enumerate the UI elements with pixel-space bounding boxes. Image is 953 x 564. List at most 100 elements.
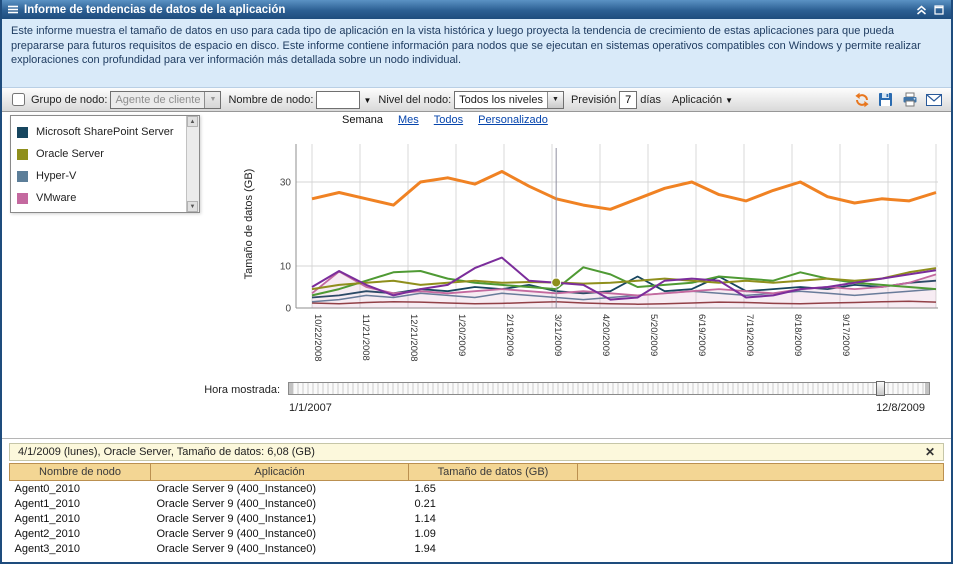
column-header[interactable]	[578, 464, 944, 481]
table-cell: Oracle Server 9 (400_Instance0)	[151, 496, 409, 511]
forecast-unit-label: días	[640, 94, 661, 106]
time-slider-handle[interactable]	[876, 381, 885, 396]
legend-label: Oracle Server	[36, 148, 104, 160]
legend-swatch	[17, 193, 28, 204]
chart-area: Microsoft SharePoint Server Oracle Server…	[2, 112, 951, 438]
node-level-label: Nivel del nodo:	[378, 94, 451, 106]
time-range-link[interactable]: Mes	[398, 114, 419, 126]
x-tick-label: 8/18/2009	[792, 314, 803, 356]
time-slider-track[interactable]	[288, 382, 930, 395]
title-bar: Informe de tendencias de datos de la apl…	[2, 0, 951, 19]
node-level-select[interactable]: Todos los niveles	[454, 91, 564, 109]
filter-toolbar: Grupo de nodo: Agente de cliente Nombre …	[2, 88, 951, 112]
node-name-label: Nombre de nodo:	[228, 94, 313, 106]
scroll-down-icon[interactable]	[187, 201, 198, 212]
x-tick-label: 4/20/2009	[600, 314, 611, 356]
table-cell: Agent1_2010	[10, 511, 151, 526]
legend-item-list: Microsoft SharePoint Server Oracle Server…	[17, 121, 183, 209]
application-dropdown[interactable]: Aplicación	[672, 94, 733, 106]
node-level-value: Todos los niveles	[455, 92, 547, 108]
y-axis-title: Tamaño de datos (GB)	[243, 139, 255, 309]
node-group-select[interactable]: Agente de cliente	[110, 91, 221, 109]
node-data-table: Nombre de nodoAplicaciónTamaño de datos …	[9, 463, 944, 556]
x-tick-label: 1/20/2009	[456, 314, 467, 356]
time-range-link[interactable]: Semana	[342, 114, 383, 126]
node-group-label: Grupo de nodo:	[31, 94, 107, 106]
restore-window-icon[interactable]	[932, 3, 946, 17]
scroll-up-icon[interactable]	[187, 116, 198, 127]
legend-label: Microsoft SharePoint Server	[36, 126, 174, 138]
table-cell	[578, 511, 944, 526]
table-cell: 1.94	[409, 541, 578, 556]
trend-line-chart[interactable]: 30 10 0 10/22/2008 11/21/2008 12/21/2008 1/20/…	[272, 138, 942, 374]
legend-scrollbar[interactable]	[186, 116, 199, 212]
y-tick-label: 10	[280, 262, 292, 273]
x-tick-label: 2/19/2009	[504, 314, 515, 356]
x-tick-label: 7/19/2009	[744, 314, 755, 356]
legend-swatch	[17, 127, 28, 138]
legend-label: Hyper-V	[36, 170, 76, 182]
chart-legend: Microsoft SharePoint Server Oracle Server…	[10, 115, 200, 213]
column-header[interactable]: Aplicación	[151, 464, 409, 481]
table-cell: Oracle Server 9 (400_Instance0)	[151, 541, 409, 556]
table-cell: Oracle Server 9 (400_Instance1)	[151, 511, 409, 526]
print-icon[interactable]	[901, 91, 918, 108]
series-area-VMware	[312, 272, 936, 309]
table-cell: Oracle Server 9 (400_Instance0)	[151, 481, 409, 497]
node-group-checkbox[interactable]	[12, 93, 25, 106]
x-tick-label: 10/22/2008	[312, 314, 323, 362]
table-cell: Oracle Server 9 (400_Instance0)	[151, 526, 409, 541]
menu-icon[interactable]	[7, 4, 19, 15]
x-tick-label: 12/21/2008	[408, 314, 419, 362]
email-icon[interactable]	[925, 91, 942, 108]
application-dropdown-label: Aplicación	[672, 94, 722, 106]
table-row[interactable]: Agent1_2010Oracle Server 9 (400_Instance…	[10, 511, 944, 526]
legend-item[interactable]: VMware	[17, 187, 183, 209]
x-tick-label: 6/19/2009	[696, 314, 707, 356]
forecast-label: Previsión	[571, 94, 616, 106]
table-row[interactable]: Agent1_2010Oracle Server 9 (400_Instance…	[10, 496, 944, 511]
slider-start-date: 1/1/2007	[289, 402, 332, 414]
x-tick-label: 3/21/2009	[552, 314, 563, 356]
table-header-row: Nombre de nodoAplicaciónTamaño de datos …	[10, 464, 944, 481]
table-row[interactable]: Agent2_2010Oracle Server 9 (400_Instance…	[10, 526, 944, 541]
x-tick-label: 9/17/2009	[840, 314, 851, 356]
legend-item[interactable]: Hyper-V	[17, 165, 183, 187]
legend-swatch	[17, 149, 28, 160]
tooltip-summary-bar: 4/1/2009 (lunes), Oracle Server, Tamaño …	[9, 443, 944, 461]
report-description: Este informe muestra el tamaño de datos …	[2, 19, 951, 88]
slider-end-date: 12/8/2009	[876, 402, 925, 414]
report-window: Informe de tendencias de datos de la apl…	[0, 0, 953, 564]
y-tick-label: 0	[285, 304, 291, 315]
table-row[interactable]: Agent0_2010Oracle Server 9 (400_Instance…	[10, 481, 944, 497]
time-range-link[interactable]: Personalizado	[478, 114, 548, 126]
tooltip-summary-text: 4/1/2009 (lunes), Oracle Server, Tamaño …	[18, 446, 315, 458]
table-cell	[578, 526, 944, 541]
chevron-down-icon	[725, 94, 733, 106]
series-line-unlabeled-orange	[312, 172, 936, 210]
save-icon[interactable]	[877, 91, 894, 108]
toolbar-actions	[853, 91, 945, 108]
x-tick-label: 11/21/2008	[360, 314, 371, 361]
node-group-value: Agente de cliente	[111, 92, 204, 108]
forecast-input[interactable]	[619, 91, 637, 109]
node-name-input[interactable]	[316, 91, 360, 109]
collapse-icon[interactable]	[914, 3, 928, 17]
legend-item[interactable]: Microsoft SharePoint Server	[17, 121, 183, 143]
table-cell	[578, 481, 944, 497]
legend-item[interactable]: Oracle Server	[17, 143, 183, 165]
table-row[interactable]: Agent3_2010Oracle Server 9 (400_Instance…	[10, 541, 944, 556]
table-cell: Agent1_2010	[10, 496, 151, 511]
y-tick-label: 30	[280, 178, 292, 189]
legend-label: VMware	[36, 192, 76, 204]
table-cell: Agent3_2010	[10, 541, 151, 556]
node-name-dropdown-icon[interactable]	[363, 94, 371, 106]
refresh-icon[interactable]	[853, 91, 870, 108]
close-icon[interactable]: ✕	[925, 446, 935, 458]
table-cell: 1.09	[409, 526, 578, 541]
chevron-down-icon	[547, 92, 563, 108]
column-header[interactable]: Nombre de nodo	[10, 464, 151, 481]
table-cell	[578, 541, 944, 556]
column-header[interactable]: Tamaño de datos (GB)	[409, 464, 578, 481]
time-range-link[interactable]: Todos	[434, 114, 463, 126]
